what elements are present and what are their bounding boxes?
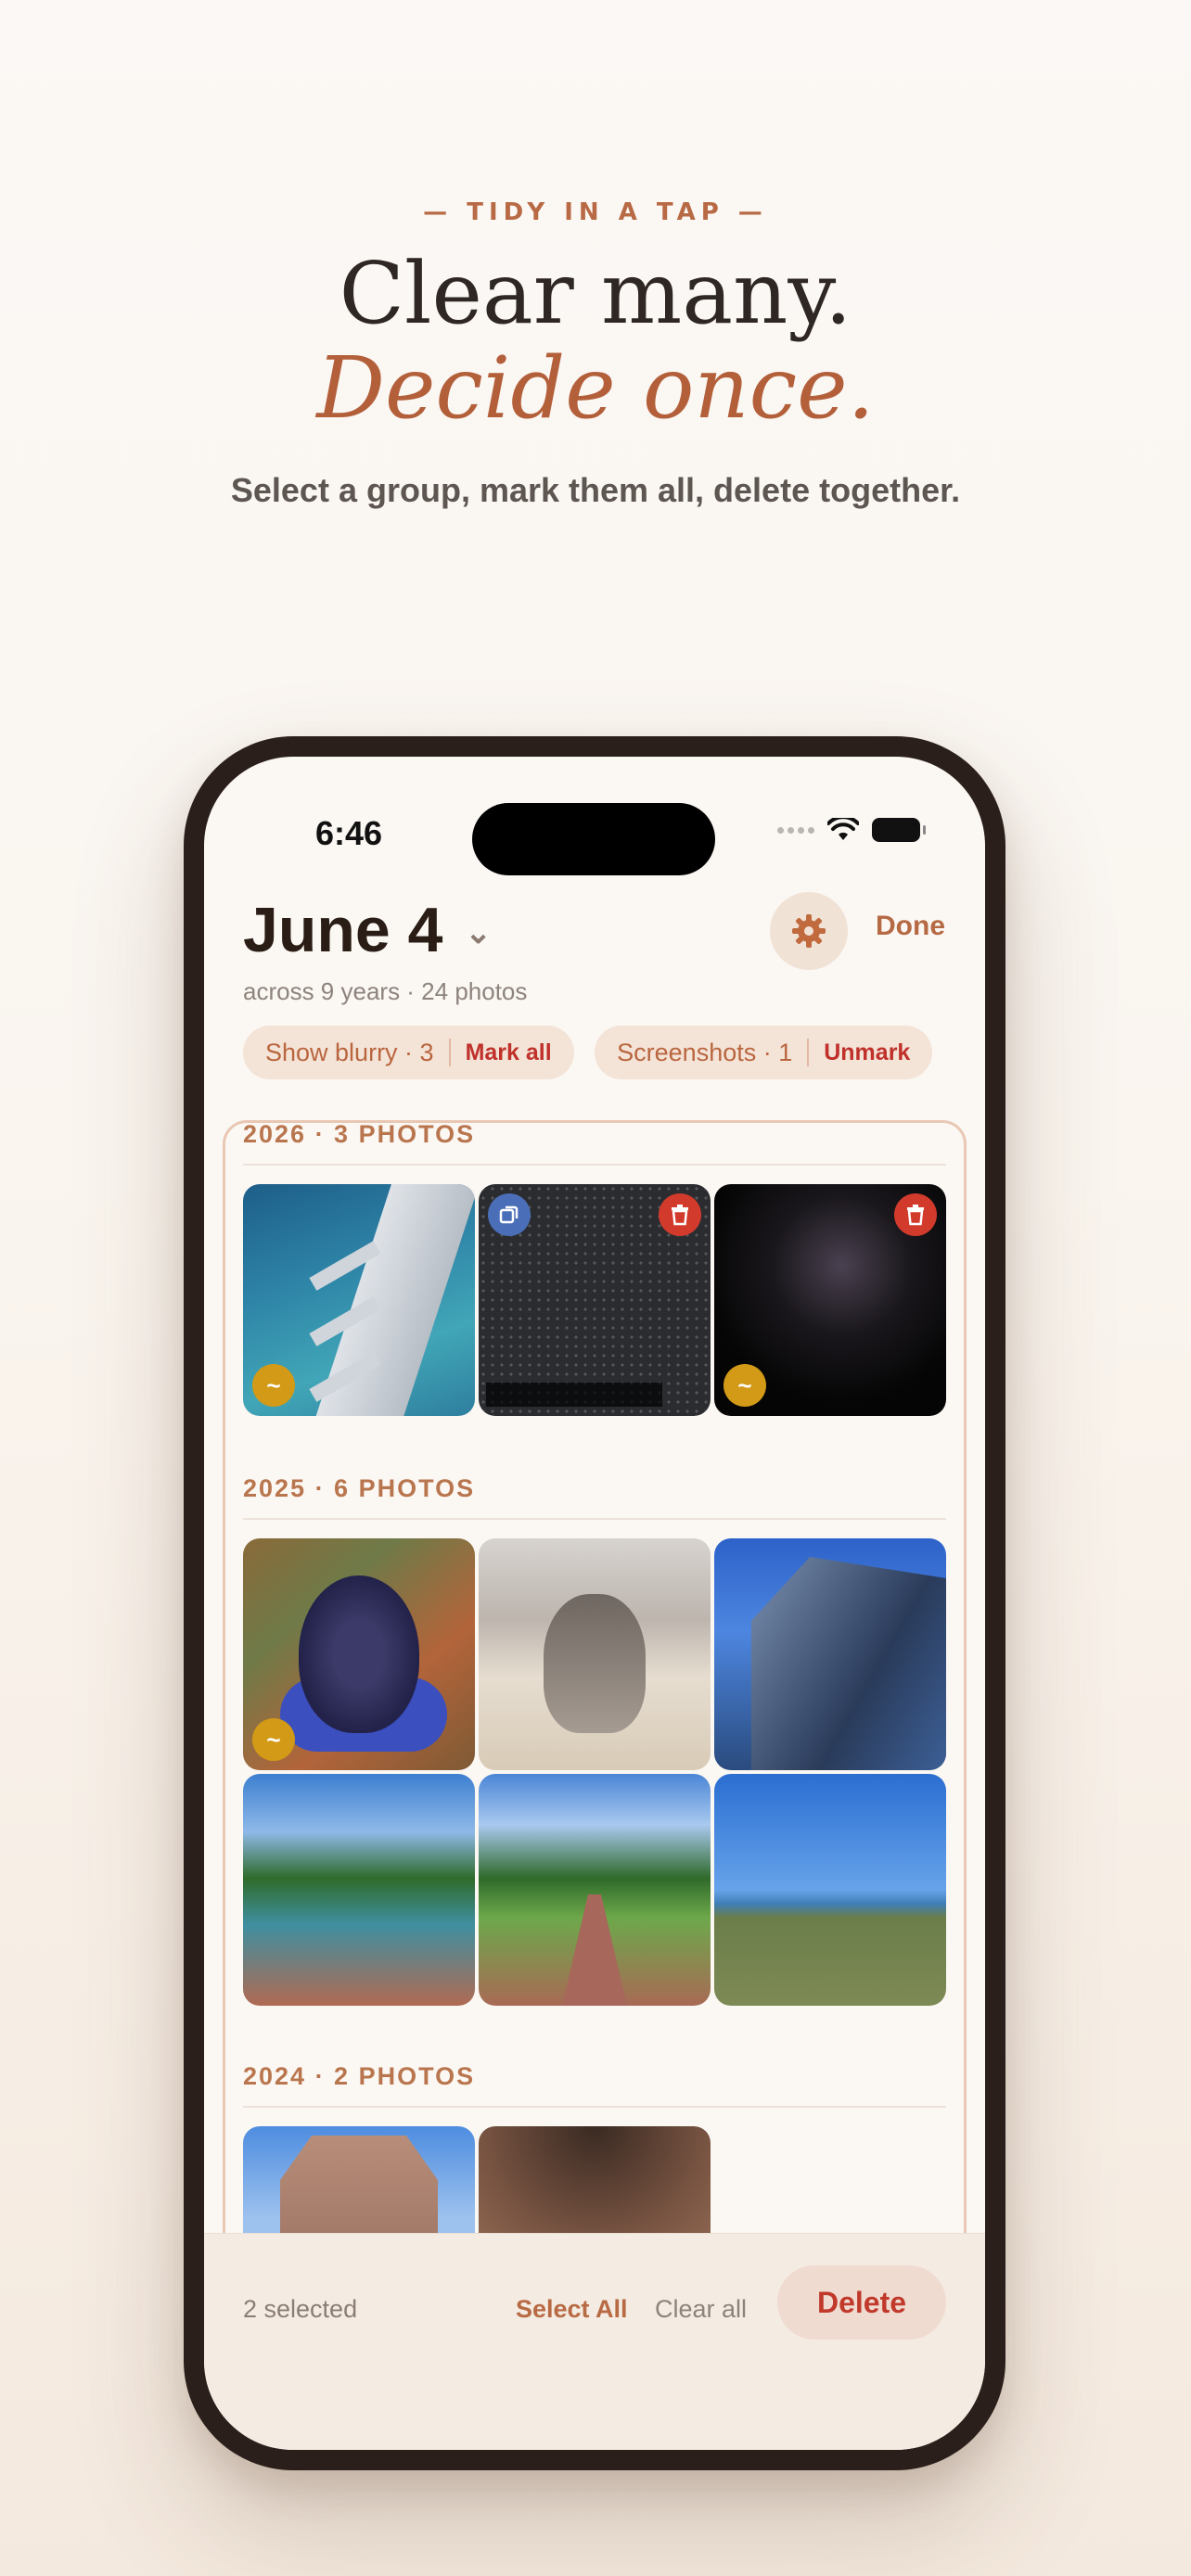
mark-all-button[interactable]: Mark all (466, 1039, 552, 1066)
blurry-icon: ~ (252, 1364, 295, 1407)
status-time: 6:46 (315, 814, 383, 852)
section-title: 2024 · 2 PHOTOS (243, 2062, 946, 2108)
done-button[interactable]: Done (876, 911, 945, 942)
photo-tile[interactable] (479, 2126, 711, 2233)
filter-chips: Show blurry · 3 Mark all Screenshots · 1… (243, 1026, 985, 1081)
photo-tile[interactable] (243, 1774, 475, 2006)
chevron-down-icon: ⌄ (465, 915, 492, 950)
photo-tile[interactable] (479, 1774, 711, 2006)
battery-icon (872, 818, 926, 842)
photo-tile[interactable] (714, 1538, 946, 1770)
photo-tile[interactable] (479, 1538, 711, 1770)
section-title: 2025 · 6 PHOTOS (243, 1474, 946, 1520)
chip-blurry-label[interactable]: Show blurry · 3 (265, 1039, 434, 1067)
chip-divider (448, 1039, 451, 1066)
delete-button[interactable]: Delete (777, 2265, 946, 2340)
duplicate-icon (488, 1193, 531, 1236)
chip-screenshots-label[interactable]: Screenshots · 1 (617, 1039, 792, 1067)
chip-divider (807, 1039, 810, 1066)
chip-screenshots[interactable]: Screenshots · 1 Unmark (595, 1026, 933, 1079)
section-title: 2026 · 3 PHOTOS (243, 1120, 946, 1166)
clear-all-button[interactable]: Clear all (655, 2295, 747, 2324)
eyebrow-label: — TIDY IN A TAP — (423, 198, 768, 226)
chip-blurry[interactable]: Show blurry · 3 Mark all (243, 1026, 574, 1079)
phone-screen: 6:46 June 4 ⌄ Done across 9 years · 24 p… (204, 757, 985, 2450)
select-all-button[interactable]: Select All (516, 2295, 628, 2324)
blurry-icon: ~ (724, 1364, 766, 1407)
photo-tile[interactable]: ~ (243, 1184, 475, 1416)
photo-tile[interactable] (243, 2126, 475, 2233)
settings-button[interactable] (770, 892, 848, 970)
blurry-icon: ~ (252, 1718, 295, 1761)
unmark-button[interactable]: Unmark (824, 1039, 910, 1066)
date-picker-button[interactable]: June 4 ⌄ (243, 894, 492, 966)
photo-tile[interactable] (479, 1184, 711, 1416)
selection-toolbar: 2 selected Select All Clear all Delete (204, 2233, 985, 2450)
wifi-icon (827, 818, 859, 840)
photo-count-meta: across 9 years · 24 photos (243, 977, 528, 1005)
photo-tile[interactable]: ~ (243, 1538, 475, 1770)
hero-subtitle: Select a group, mark them all, delete to… (230, 471, 961, 509)
headline-line-1: Clear many. (339, 244, 852, 343)
year-section-2026: 2026 · 3 PHOTOS ~ ~ (243, 1120, 946, 1416)
photo-tile[interactable] (714, 1774, 946, 2006)
signal-icon (777, 826, 814, 834)
headline-line-2: Decide once. (316, 338, 875, 438)
status-indicators (777, 818, 926, 842)
selected-count: 2 selected (243, 2295, 358, 2323)
gear-icon (792, 914, 826, 948)
photo-scroll-area[interactable]: 2026 · 3 PHOTOS ~ ~ 2025 · 6 PHOTOS ~ 20… (223, 1120, 967, 2233)
photo-tile[interactable]: ~ (714, 1184, 946, 1416)
year-section-2024: 2024 · 2 PHOTOS (243, 2062, 946, 2233)
dynamic-island (472, 803, 715, 875)
trash-icon[interactable] (894, 1193, 937, 1236)
page-title: June 4 (243, 895, 443, 965)
phone-frame: 6:46 June 4 ⌄ Done across 9 years · 24 p… (184, 736, 1005, 2470)
year-section-2025: 2025 · 6 PHOTOS ~ (243, 1474, 946, 2006)
trash-icon[interactable] (659, 1193, 701, 1236)
